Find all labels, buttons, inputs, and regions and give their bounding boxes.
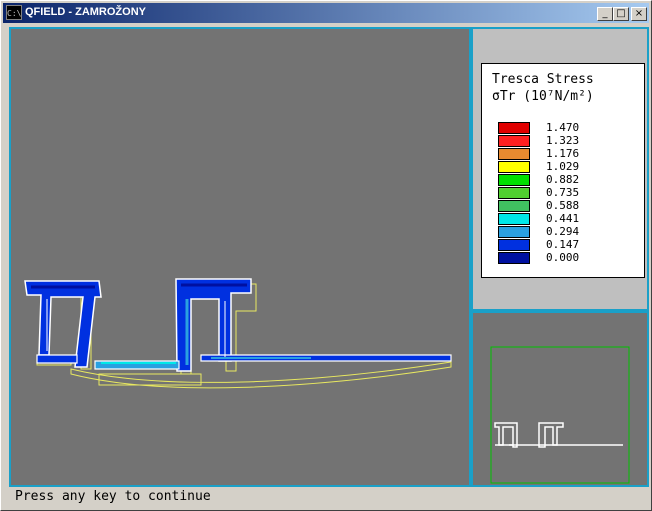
legend-value: 0.000 — [546, 251, 580, 264]
client-area: Tresca Stress σTr (10⁷N/m²) 1.470 1.323 … — [5, 25, 649, 487]
legend-value: 1.176 — [546, 147, 580, 160]
legend-value: 1.470 — [546, 121, 580, 134]
legend-swatch — [498, 174, 530, 186]
legend-swatch — [498, 135, 530, 147]
window-title: QFIELD - ZAMROŽONY — [25, 6, 146, 18]
overview-frame — [490, 346, 630, 484]
deformed-structure — [24, 278, 452, 372]
legend-row: 0.000 — [498, 251, 638, 265]
legend-value: 0.294 — [546, 225, 580, 238]
legend-swatch — [498, 252, 530, 264]
legend-value: 1.029 — [546, 160, 580, 173]
legend-value: 0.441 — [546, 212, 580, 225]
legend-value: 0.588 — [546, 199, 580, 212]
close-button[interactable]: × — [631, 7, 647, 21]
legend-value: 0.147 — [546, 238, 580, 251]
legend-swatch — [498, 226, 530, 238]
legend-swatch — [498, 161, 530, 173]
minimize-button[interactable]: _ — [597, 7, 613, 21]
legend-swatch — [498, 200, 530, 212]
legend-value: 0.882 — [546, 173, 580, 186]
console-icon[interactable]: C:\ — [6, 5, 22, 20]
overview-map — [490, 346, 630, 484]
legend-swatch — [498, 239, 530, 251]
overview-panel[interactable] — [471, 311, 649, 487]
legend-panel: Tresca Stress σTr (10⁷N/m²) 1.470 1.323 … — [471, 27, 649, 311]
legend-value: 0.735 — [546, 186, 580, 199]
maximize-button[interactable]: □ — [613, 7, 629, 21]
legend-swatch — [498, 187, 530, 199]
stress-plot — [24, 278, 452, 389]
legend-swatch — [498, 148, 530, 160]
legend-title: Tresca Stress — [492, 72, 594, 87]
legend-value: 1.323 — [546, 134, 580, 147]
legend-box: Tresca Stress σTr (10⁷N/m²) 1.470 1.323 … — [481, 63, 645, 278]
main-viewport[interactable] — [9, 27, 471, 487]
legend-swatch — [498, 122, 530, 134]
app-window: C:\ QFIELD - ZAMROŽONY _ □ × Tresca Stre… — [0, 0, 652, 511]
status-message: Press any key to continue — [15, 489, 211, 504]
legend-swatch — [498, 213, 530, 225]
title-bar[interactable]: C:\ QFIELD - ZAMROŽONY _ □ × — [3, 3, 649, 23]
legend-subtitle: σTr (10⁷N/m²) — [492, 89, 594, 104]
status-bar: Press any key to continue — [7, 489, 649, 507]
overview-structure — [494, 422, 623, 448]
